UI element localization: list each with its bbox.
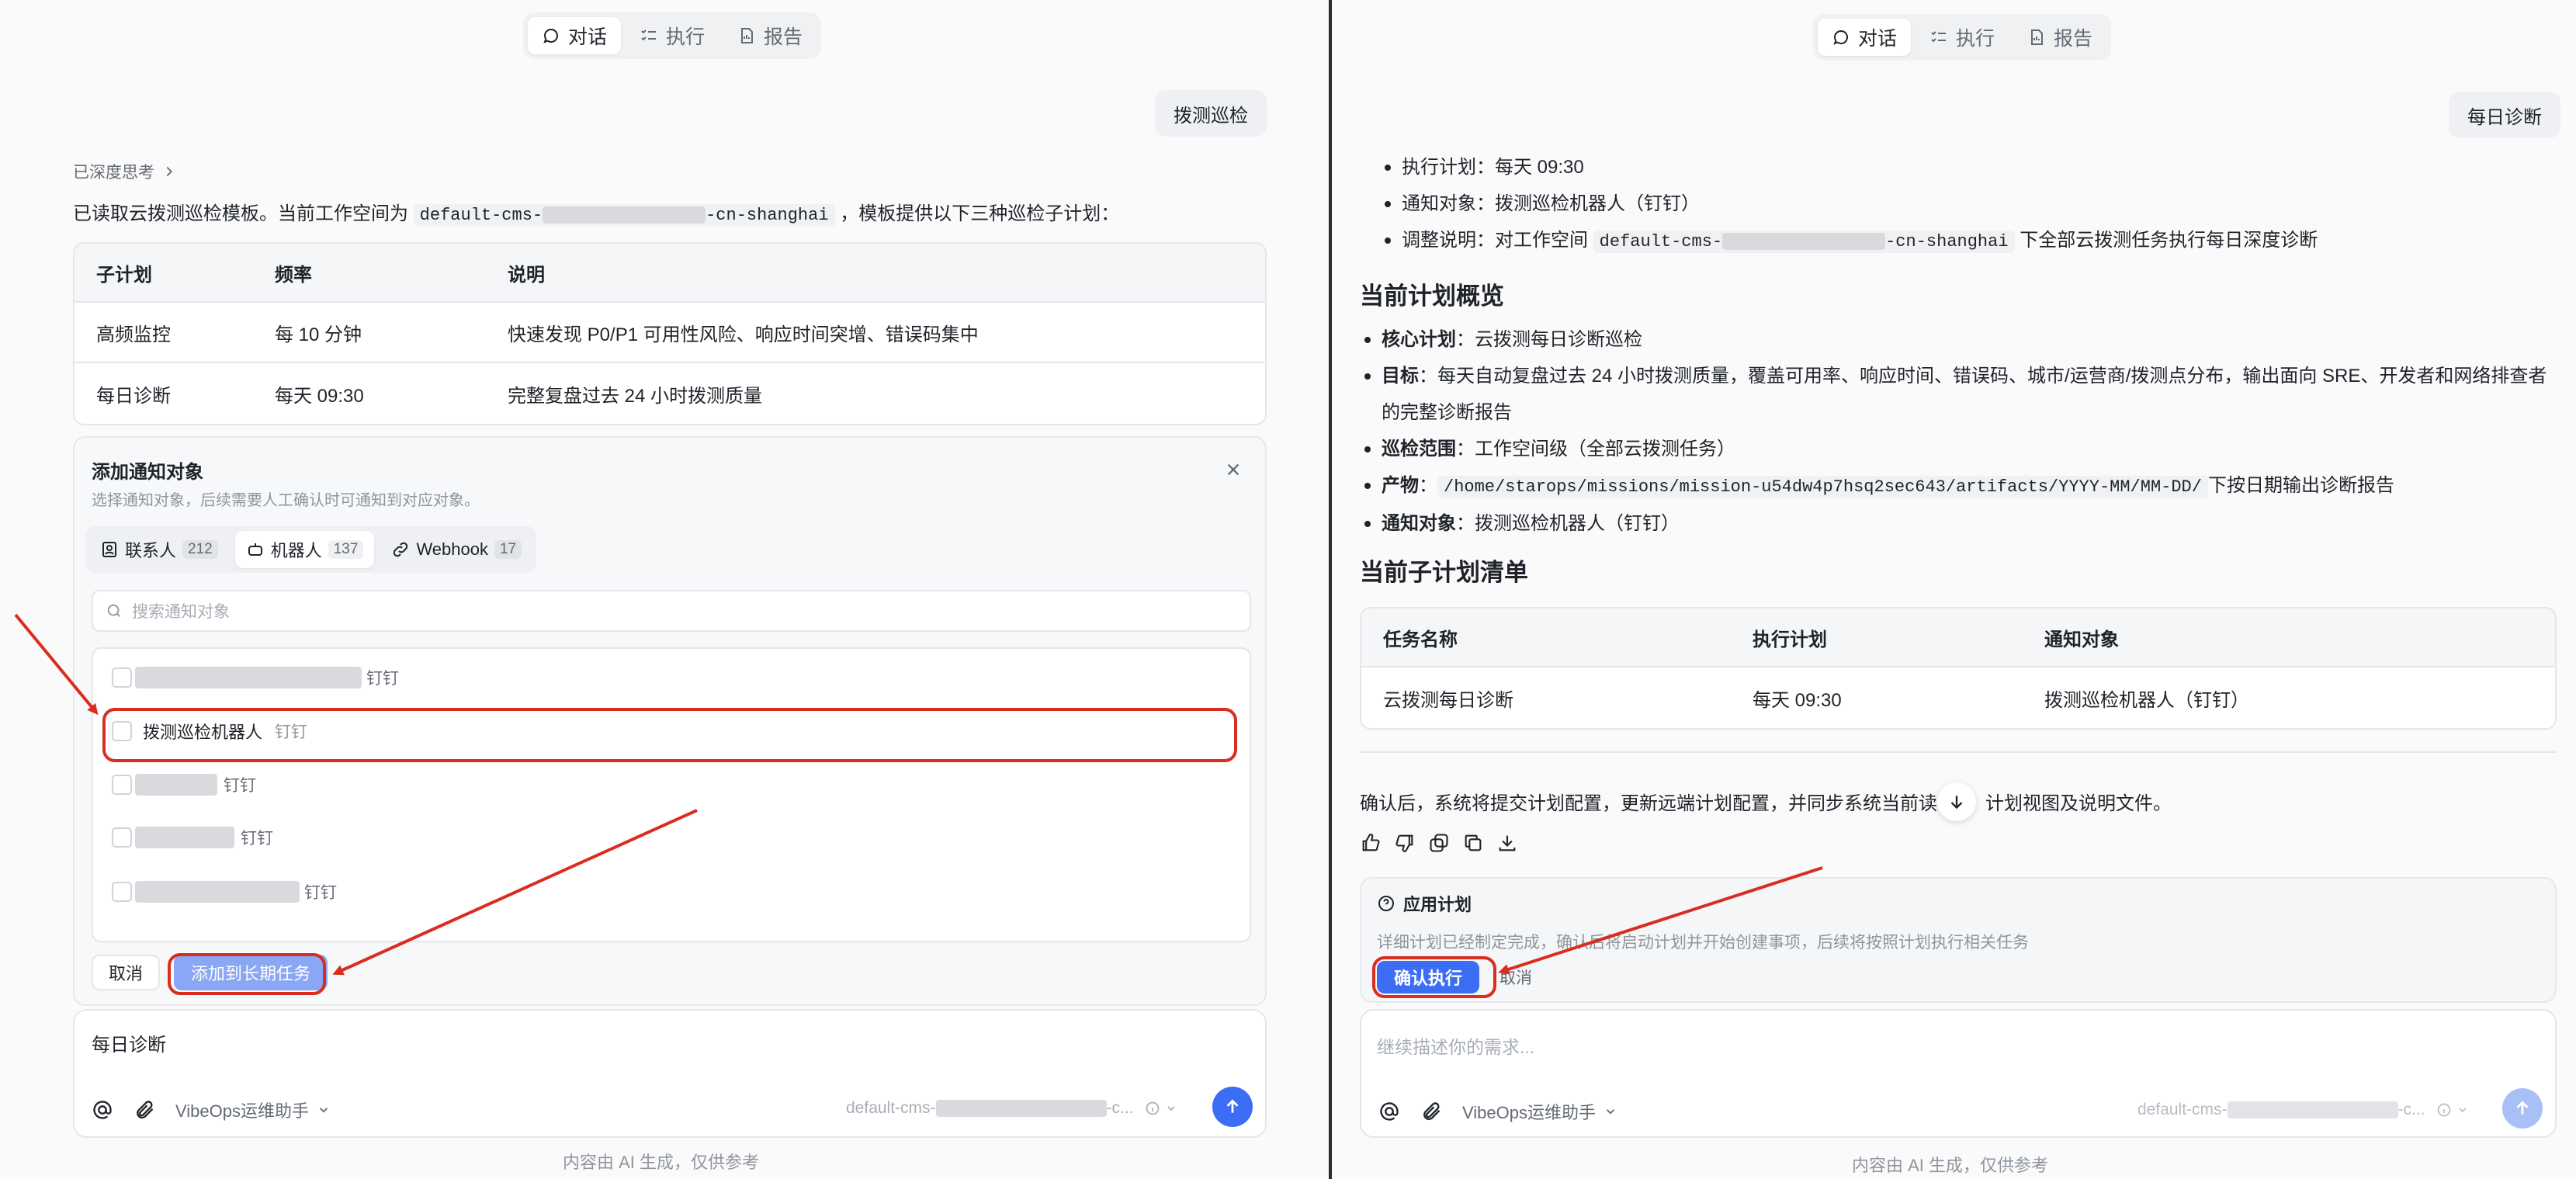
annotation-arrows — [1498, 866, 1823, 975]
right-panel: 对话 执行 报告 每日诊断 执行计划：每天 09:30 通知对象：拨测巡检机器人… — [1332, 0, 2576, 1179]
annotation-arrows — [14, 613, 698, 976]
left-panel: 对话 执行 报告 拨测巡检 已深度思考 已读取云拨测巡检模板。当前工作空间为 d… — [0, 0, 1329, 1179]
